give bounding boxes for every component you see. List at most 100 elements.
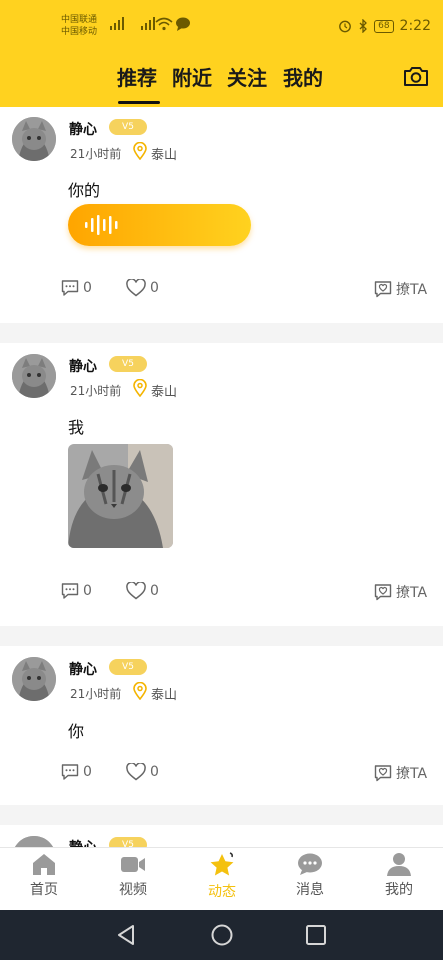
- post-time: 21小时前: [70, 147, 122, 161]
- username[interactable]: 静心: [69, 356, 97, 376]
- vip-badge: V5: [109, 119, 147, 135]
- person-icon: [387, 853, 411, 876]
- location-icon: [133, 682, 147, 700]
- flirt-button[interactable]: 撩TA: [374, 763, 427, 783]
- flirt-button[interactable]: 撩TA: [374, 582, 427, 602]
- bottom-nav: 首页 视频 动态 消息 我的: [0, 847, 443, 910]
- nav-profile[interactable]: 我的: [369, 852, 429, 899]
- nav-messages[interactable]: 消息: [280, 852, 340, 899]
- voice-wave-icon: [85, 215, 118, 235]
- username[interactable]: 静心: [69, 837, 97, 847]
- flirt-icon: [374, 584, 392, 601]
- post-card: 静心 V5 21小时前 泰山 我 0 0 撩TA: [0, 343, 443, 626]
- comment-count: 0: [83, 764, 92, 780]
- nav-video[interactable]: 视频: [103, 852, 163, 899]
- like-count: 0: [150, 280, 159, 296]
- post-text: 你: [68, 722, 85, 741]
- flirt-label: 撩TA: [396, 585, 428, 601]
- flirt-icon: [374, 281, 392, 298]
- tab-active-indicator: [118, 101, 160, 104]
- clock: 2:22: [399, 18, 431, 34]
- flirt-label: 撩TA: [396, 282, 428, 298]
- location-icon: [133, 142, 147, 160]
- star-icon: [210, 852, 234, 876]
- comment-icon: [61, 280, 79, 296]
- tab-following[interactable]: 关注: [227, 62, 267, 91]
- username[interactable]: 静心: [69, 659, 97, 679]
- top-tabs: 推荐 附近 关注 我的: [0, 60, 443, 106]
- comment-button[interactable]: 0: [61, 582, 92, 600]
- home-icon: [33, 854, 55, 875]
- message-icon: [298, 853, 322, 875]
- comment-icon: [61, 583, 79, 599]
- avatar[interactable]: [12, 657, 56, 701]
- status-right: 68 2:22: [338, 18, 431, 34]
- avatar[interactable]: [12, 354, 56, 398]
- flirt-label: 撩TA: [396, 766, 428, 782]
- post-card: 静心 V5 21小时前 泰山 你的 0 0 撩TA: [0, 107, 443, 323]
- comment-button[interactable]: 0: [61, 279, 92, 297]
- voice-message-button[interactable]: [68, 204, 251, 246]
- post-time: 21小时前: [70, 384, 122, 398]
- comment-button[interactable]: 0: [61, 763, 92, 781]
- post-location: 泰山: [151, 148, 178, 163]
- like-button[interactable]: 0: [126, 763, 159, 781]
- bluetooth-icon: [359, 19, 368, 33]
- avatar[interactable]: [12, 117, 56, 161]
- carrier-info: 中国联通 中国移动: [61, 14, 97, 38]
- tab-mine[interactable]: 我的: [283, 62, 323, 91]
- heart-icon: [126, 763, 146, 781]
- wifi-icon: [155, 17, 173, 34]
- post-location: 泰山: [151, 688, 178, 703]
- post-text: 你的: [68, 181, 101, 200]
- recents-icon[interactable]: [305, 924, 327, 946]
- heart-icon: [126, 582, 146, 600]
- nav-profile-label: 我的: [385, 882, 413, 898]
- heart-icon: [126, 279, 146, 297]
- video-icon: [121, 857, 145, 872]
- avatar[interactable]: [12, 836, 56, 847]
- location-icon: [133, 379, 147, 397]
- signal-icon: [104, 17, 126, 34]
- nav-home[interactable]: 首页: [14, 852, 74, 899]
- chat-notification-icon: [175, 17, 191, 34]
- post-photo[interactable]: [68, 444, 173, 548]
- flirt-icon: [374, 765, 392, 782]
- tab-recommend[interactable]: 推荐: [117, 62, 157, 91]
- tab-nearby[interactable]: 附近: [172, 62, 212, 91]
- nav-messages-label: 消息: [296, 882, 324, 898]
- post-location: 泰山: [151, 385, 178, 400]
- vip-badge: V5: [109, 659, 147, 675]
- signal-icon-2: [135, 17, 157, 34]
- comment-count: 0: [83, 280, 92, 296]
- back-icon[interactable]: [116, 924, 136, 946]
- post-card: 静心 V5: [0, 825, 443, 847]
- nav-video-label: 视频: [119, 882, 147, 898]
- nav-moments-label: 动态: [208, 884, 236, 900]
- carrier-1: 中国联通: [61, 15, 98, 25]
- app-header: 中国联通 中国移动 68 2:22 推荐 附近 关注 我的: [0, 0, 443, 107]
- carrier-2: 中国移动: [61, 27, 98, 37]
- nav-moments[interactable]: 动态: [192, 852, 252, 901]
- camera-button[interactable]: [403, 65, 429, 87]
- username[interactable]: 静心: [69, 119, 97, 139]
- post-time: 21小时前: [70, 687, 122, 701]
- like-count: 0: [150, 764, 159, 780]
- feed-list[interactable]: 静心 V5 21小时前 泰山 你的 0 0 撩TA 静心 V5 21小时前 泰山: [0, 107, 443, 847]
- post-text: 我: [68, 418, 85, 437]
- comment-icon: [61, 764, 79, 780]
- nav-home-label: 首页: [30, 882, 58, 898]
- camera-icon: [404, 67, 428, 86]
- vip-badge: V5: [109, 356, 147, 372]
- alarm-icon: [339, 20, 351, 33]
- like-count: 0: [150, 583, 159, 599]
- vip-badge: V5: [109, 837, 147, 847]
- battery-indicator: 68: [374, 19, 394, 33]
- home-circle-icon[interactable]: [210, 923, 234, 947]
- flirt-button[interactable]: 撩TA: [374, 279, 427, 299]
- post-card: 静心 V5 21小时前 泰山 你 0 0 撩TA: [0, 646, 443, 805]
- like-button[interactable]: 0: [126, 582, 159, 600]
- comment-count: 0: [83, 583, 92, 599]
- like-button[interactable]: 0: [126, 279, 159, 297]
- system-nav-bar: [0, 910, 443, 960]
